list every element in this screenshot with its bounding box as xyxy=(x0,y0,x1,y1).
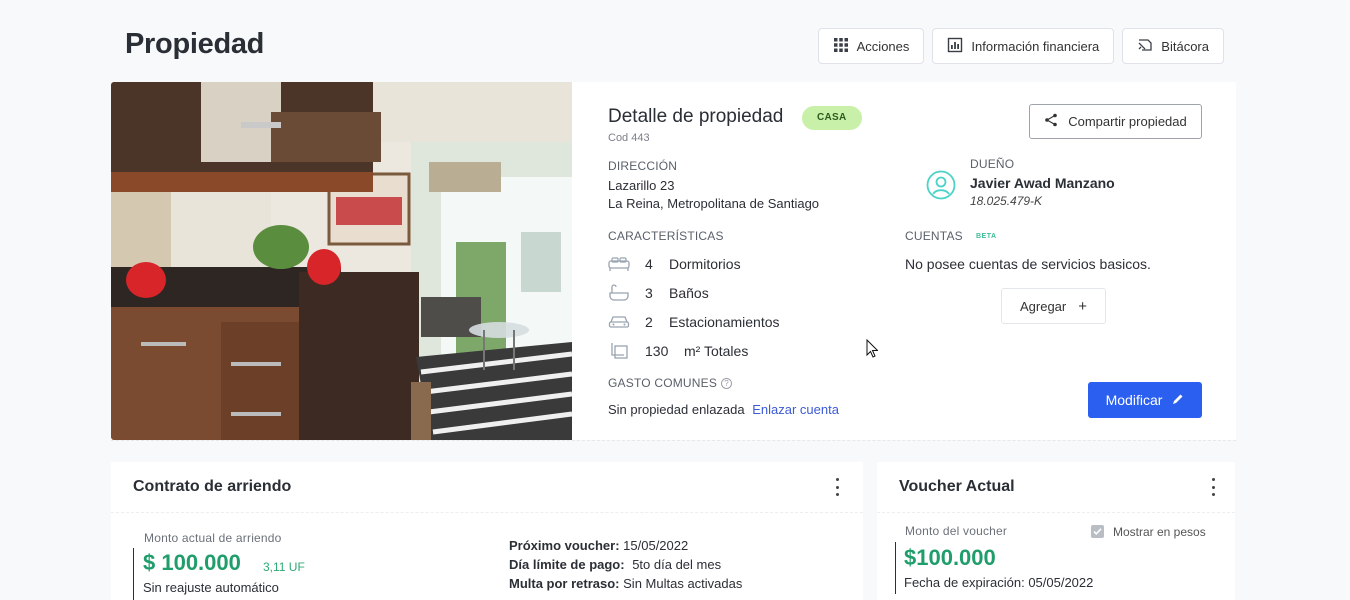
log-label: Bitácora xyxy=(1161,38,1209,54)
feature-count: 2 xyxy=(645,314,653,330)
feature-area: 130 m² Totales xyxy=(608,341,748,361)
voucher-amount-label: Monto del voucher xyxy=(905,524,1008,538)
financial-info-label: Información financiera xyxy=(971,38,1100,54)
property-type-badge: CASA xyxy=(802,106,862,130)
bathtub-icon xyxy=(608,283,630,303)
accounts-label: CUENTAS xyxy=(905,229,963,243)
rent-amount: $ 100.000 xyxy=(143,550,241,575)
accounts-empty-text: No posee cuentas de servicios basicos. xyxy=(905,256,1151,272)
common-expenses-label: GASTO COMUNES? xyxy=(608,376,733,390)
add-label: Agregar xyxy=(1019,298,1067,314)
payment-limit: Día límite de pago: 5to día del mes xyxy=(509,557,722,572)
feature-label: Baños xyxy=(669,285,709,301)
link-account-link[interactable]: Enlazar cuenta xyxy=(752,402,839,417)
voucher-accent-line xyxy=(895,542,896,594)
add-account-button[interactable]: Agregar + xyxy=(1001,288,1106,324)
log-button[interactable]: Bitácora xyxy=(1122,28,1224,64)
area-icon xyxy=(608,341,630,361)
common-expenses-row: Sin propiedad enlazada Enlazar cuenta xyxy=(608,402,839,417)
plus-icon: + xyxy=(1078,297,1087,315)
owner-name[interactable]: Javier Awad Manzano xyxy=(970,175,1115,191)
top-actions: Acciones Información financiera Bitácora xyxy=(817,28,1224,64)
show-pesos-checkbox[interactable] xyxy=(1091,525,1104,538)
show-pesos-label: Mostrar en pesos xyxy=(1113,525,1206,539)
feature-bathrooms: 3 Baños xyxy=(608,283,709,303)
car-icon xyxy=(608,312,630,332)
card-divider xyxy=(111,512,863,513)
voucher-title: Voucher Actual xyxy=(899,478,1015,495)
late-fee: Multa por retraso: Sin Multas activadas xyxy=(509,576,743,591)
feature-count: 3 xyxy=(645,285,653,301)
page-title: Propiedad xyxy=(125,28,265,60)
contract-menu-icon[interactable] xyxy=(834,478,840,496)
share-label: Compartir propiedad xyxy=(1068,114,1187,129)
property-code: Cod 443 xyxy=(608,132,650,144)
beta-badge: BETA xyxy=(976,233,997,240)
log-icon xyxy=(1137,37,1153,56)
actions-label: Acciones xyxy=(856,38,910,54)
feature-label: m² Totales xyxy=(684,343,749,359)
property-photo xyxy=(111,82,572,440)
contract-card: Contrato de arriendo Monto actual de arr… xyxy=(111,462,863,600)
voucher-menu-icon[interactable] xyxy=(1210,478,1216,496)
rent-label: Monto actual de arriendo xyxy=(144,531,282,545)
help-icon[interactable]: ? xyxy=(721,378,733,389)
owner-avatar-icon xyxy=(926,170,956,200)
rent-uf: 3,11 UF xyxy=(263,560,305,574)
property-card: Detalle de propiedad CASA Cod 443 DIRECC… xyxy=(111,82,1236,440)
address-line2: La Reina, Metropolitana de Santiago xyxy=(608,196,820,211)
detail-title: Detalle de propiedad xyxy=(608,106,784,127)
feature-count: 130 xyxy=(645,343,669,359)
card-divider xyxy=(877,512,1235,513)
actions-button[interactable]: Acciones xyxy=(817,28,925,64)
modify-button[interactable]: Modificar xyxy=(1088,382,1202,418)
owner-rut: 18.025.479-K xyxy=(970,194,1043,208)
common-expenses-text: Sin propiedad enlazada xyxy=(608,402,745,417)
contract-title: Contrato de arriendo xyxy=(133,478,292,495)
financial-info-button[interactable]: Información financiera xyxy=(932,28,1115,64)
feature-label: Estacionamientos xyxy=(669,314,780,330)
readjust-text: Sin reajuste automático xyxy=(143,580,279,595)
chart-icon xyxy=(947,37,963,56)
pencil-icon xyxy=(1172,392,1184,408)
share-property-button[interactable]: Compartir propiedad xyxy=(1029,104,1202,139)
feature-bedrooms: 4 Dormitorios xyxy=(608,254,741,274)
voucher-card: Voucher Actual Monto del voucher Mostrar… xyxy=(877,462,1235,600)
address-line1: Lazarillo 23 xyxy=(608,178,675,193)
next-voucher: Próximo voucher: 15/05/2022 xyxy=(509,538,689,553)
address-label: DIRECCIÓN xyxy=(608,159,678,173)
section-divider xyxy=(111,440,1236,441)
share-icon xyxy=(1044,113,1058,130)
modify-label: Modificar xyxy=(1105,392,1163,408)
bed-icon xyxy=(608,254,630,274)
feature-count: 4 xyxy=(645,256,653,272)
voucher-expiry: Fecha de expiración: 05/05/2022 xyxy=(904,575,1094,590)
rent-accent-line xyxy=(133,548,134,600)
owner-label: DUEÑO xyxy=(970,157,1015,171)
grid-icon xyxy=(833,37,849,56)
features-label: CARACTERÍSTICAS xyxy=(608,229,724,243)
mouse-cursor-icon xyxy=(866,338,879,363)
feature-parking: 2 Estacionamientos xyxy=(608,312,780,332)
voucher-amount: $100.000 xyxy=(904,545,996,570)
feature-label: Dormitorios xyxy=(669,256,741,272)
